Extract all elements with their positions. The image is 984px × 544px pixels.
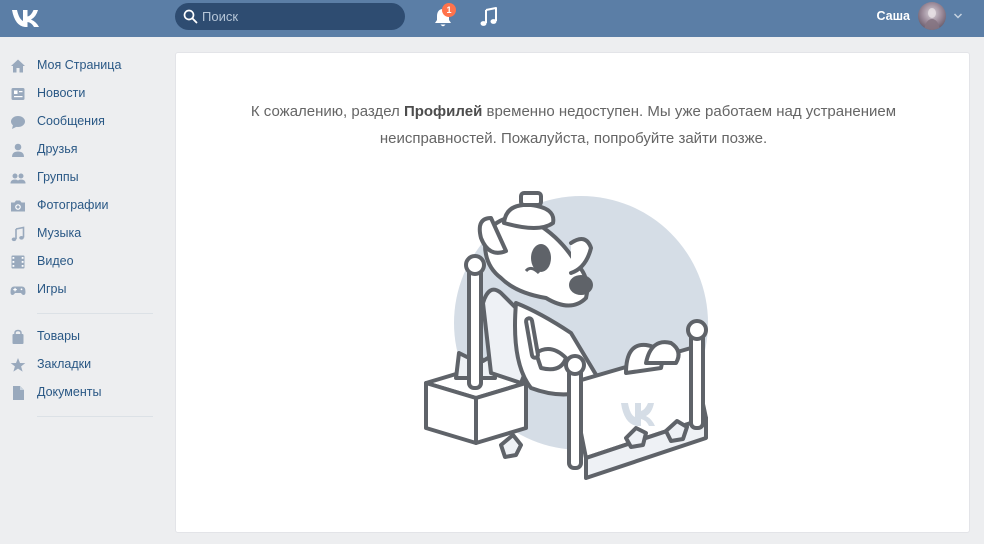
search-input[interactable] xyxy=(202,7,397,26)
friends-icon xyxy=(12,143,24,157)
sidebar-item-label: Документы xyxy=(37,385,102,399)
sidebar-item-news[interactable]: Новости xyxy=(0,80,165,108)
avatar-image xyxy=(924,8,940,30)
avatar[interactable] xyxy=(918,2,946,30)
sidebar-item-label: Новости xyxy=(37,86,86,100)
music-icon[interactable] xyxy=(479,6,499,28)
sick-dog-illustration xyxy=(424,191,708,480)
notification-badge: 1 xyxy=(442,3,456,17)
music-note-icon xyxy=(11,226,25,242)
sidebar-item-documents[interactable]: Документы xyxy=(0,379,165,407)
star-icon xyxy=(10,358,26,372)
message-text-before: К сожалению, раздел xyxy=(250,103,404,120)
chevron-down-icon[interactable] xyxy=(953,12,963,20)
messages-icon xyxy=(11,116,25,129)
sidebar-item-label: Фотографии xyxy=(37,198,109,212)
sidebar-item-label: Моя Страница xyxy=(37,58,122,72)
search-icon xyxy=(183,9,198,24)
sidebar-item-label: Музыка xyxy=(37,226,82,240)
sidebar-item-messages[interactable]: Сообщения xyxy=(0,108,165,136)
sidebar-item-label: Группы xyxy=(37,170,79,184)
document-icon xyxy=(13,386,24,400)
camera-icon xyxy=(11,200,25,212)
sidebar-divider xyxy=(37,416,153,417)
sidebar-item-my-page[interactable]: Моя Страница xyxy=(0,52,165,80)
sidebar-item-photos[interactable]: Фотографии xyxy=(0,192,165,220)
video-icon xyxy=(11,255,25,269)
sidebar-item-games[interactable]: Игры xyxy=(0,276,165,304)
sidebar-item-friends[interactable]: Друзья xyxy=(0,136,165,164)
sidebar-item-label: Игры xyxy=(37,282,67,296)
sidebar-item-label: Товары xyxy=(37,329,80,343)
sidebar-item-label: Сообщения xyxy=(37,114,105,128)
sidebar-item-label: Друзья xyxy=(37,142,78,156)
content-panel: К сожалению, раздел Профилей временно не… xyxy=(175,52,970,533)
bag-icon xyxy=(12,329,24,344)
groups-icon xyxy=(10,173,26,184)
sidebar-item-video[interactable]: Видео xyxy=(0,248,165,276)
user-name[interactable]: Саша xyxy=(852,9,910,23)
search-box[interactable] xyxy=(175,3,405,30)
sidebar: Моя Страница Новости Сообщения Друзья Гр… xyxy=(0,52,165,426)
news-icon xyxy=(11,88,25,100)
sidebar-item-label: Видео xyxy=(37,254,74,268)
sidebar-divider xyxy=(37,313,153,314)
home-icon xyxy=(11,59,25,73)
error-message: К сожалению, раздел Профилей временно не… xyxy=(216,98,931,152)
gamepad-icon xyxy=(10,286,26,295)
sidebar-item-goods[interactable]: Товары xyxy=(0,323,165,351)
vk-logo[interactable] xyxy=(10,5,44,31)
sidebar-item-groups[interactable]: Группы xyxy=(0,164,165,192)
sidebar-item-label: Закладки xyxy=(37,357,92,371)
message-section-name: Профилей xyxy=(403,103,483,120)
top-bar: 1 Саша xyxy=(0,0,984,37)
sidebar-item-music[interactable]: Музыка xyxy=(0,220,165,248)
sidebar-item-bookmarks[interactable]: Закладки xyxy=(0,351,165,379)
